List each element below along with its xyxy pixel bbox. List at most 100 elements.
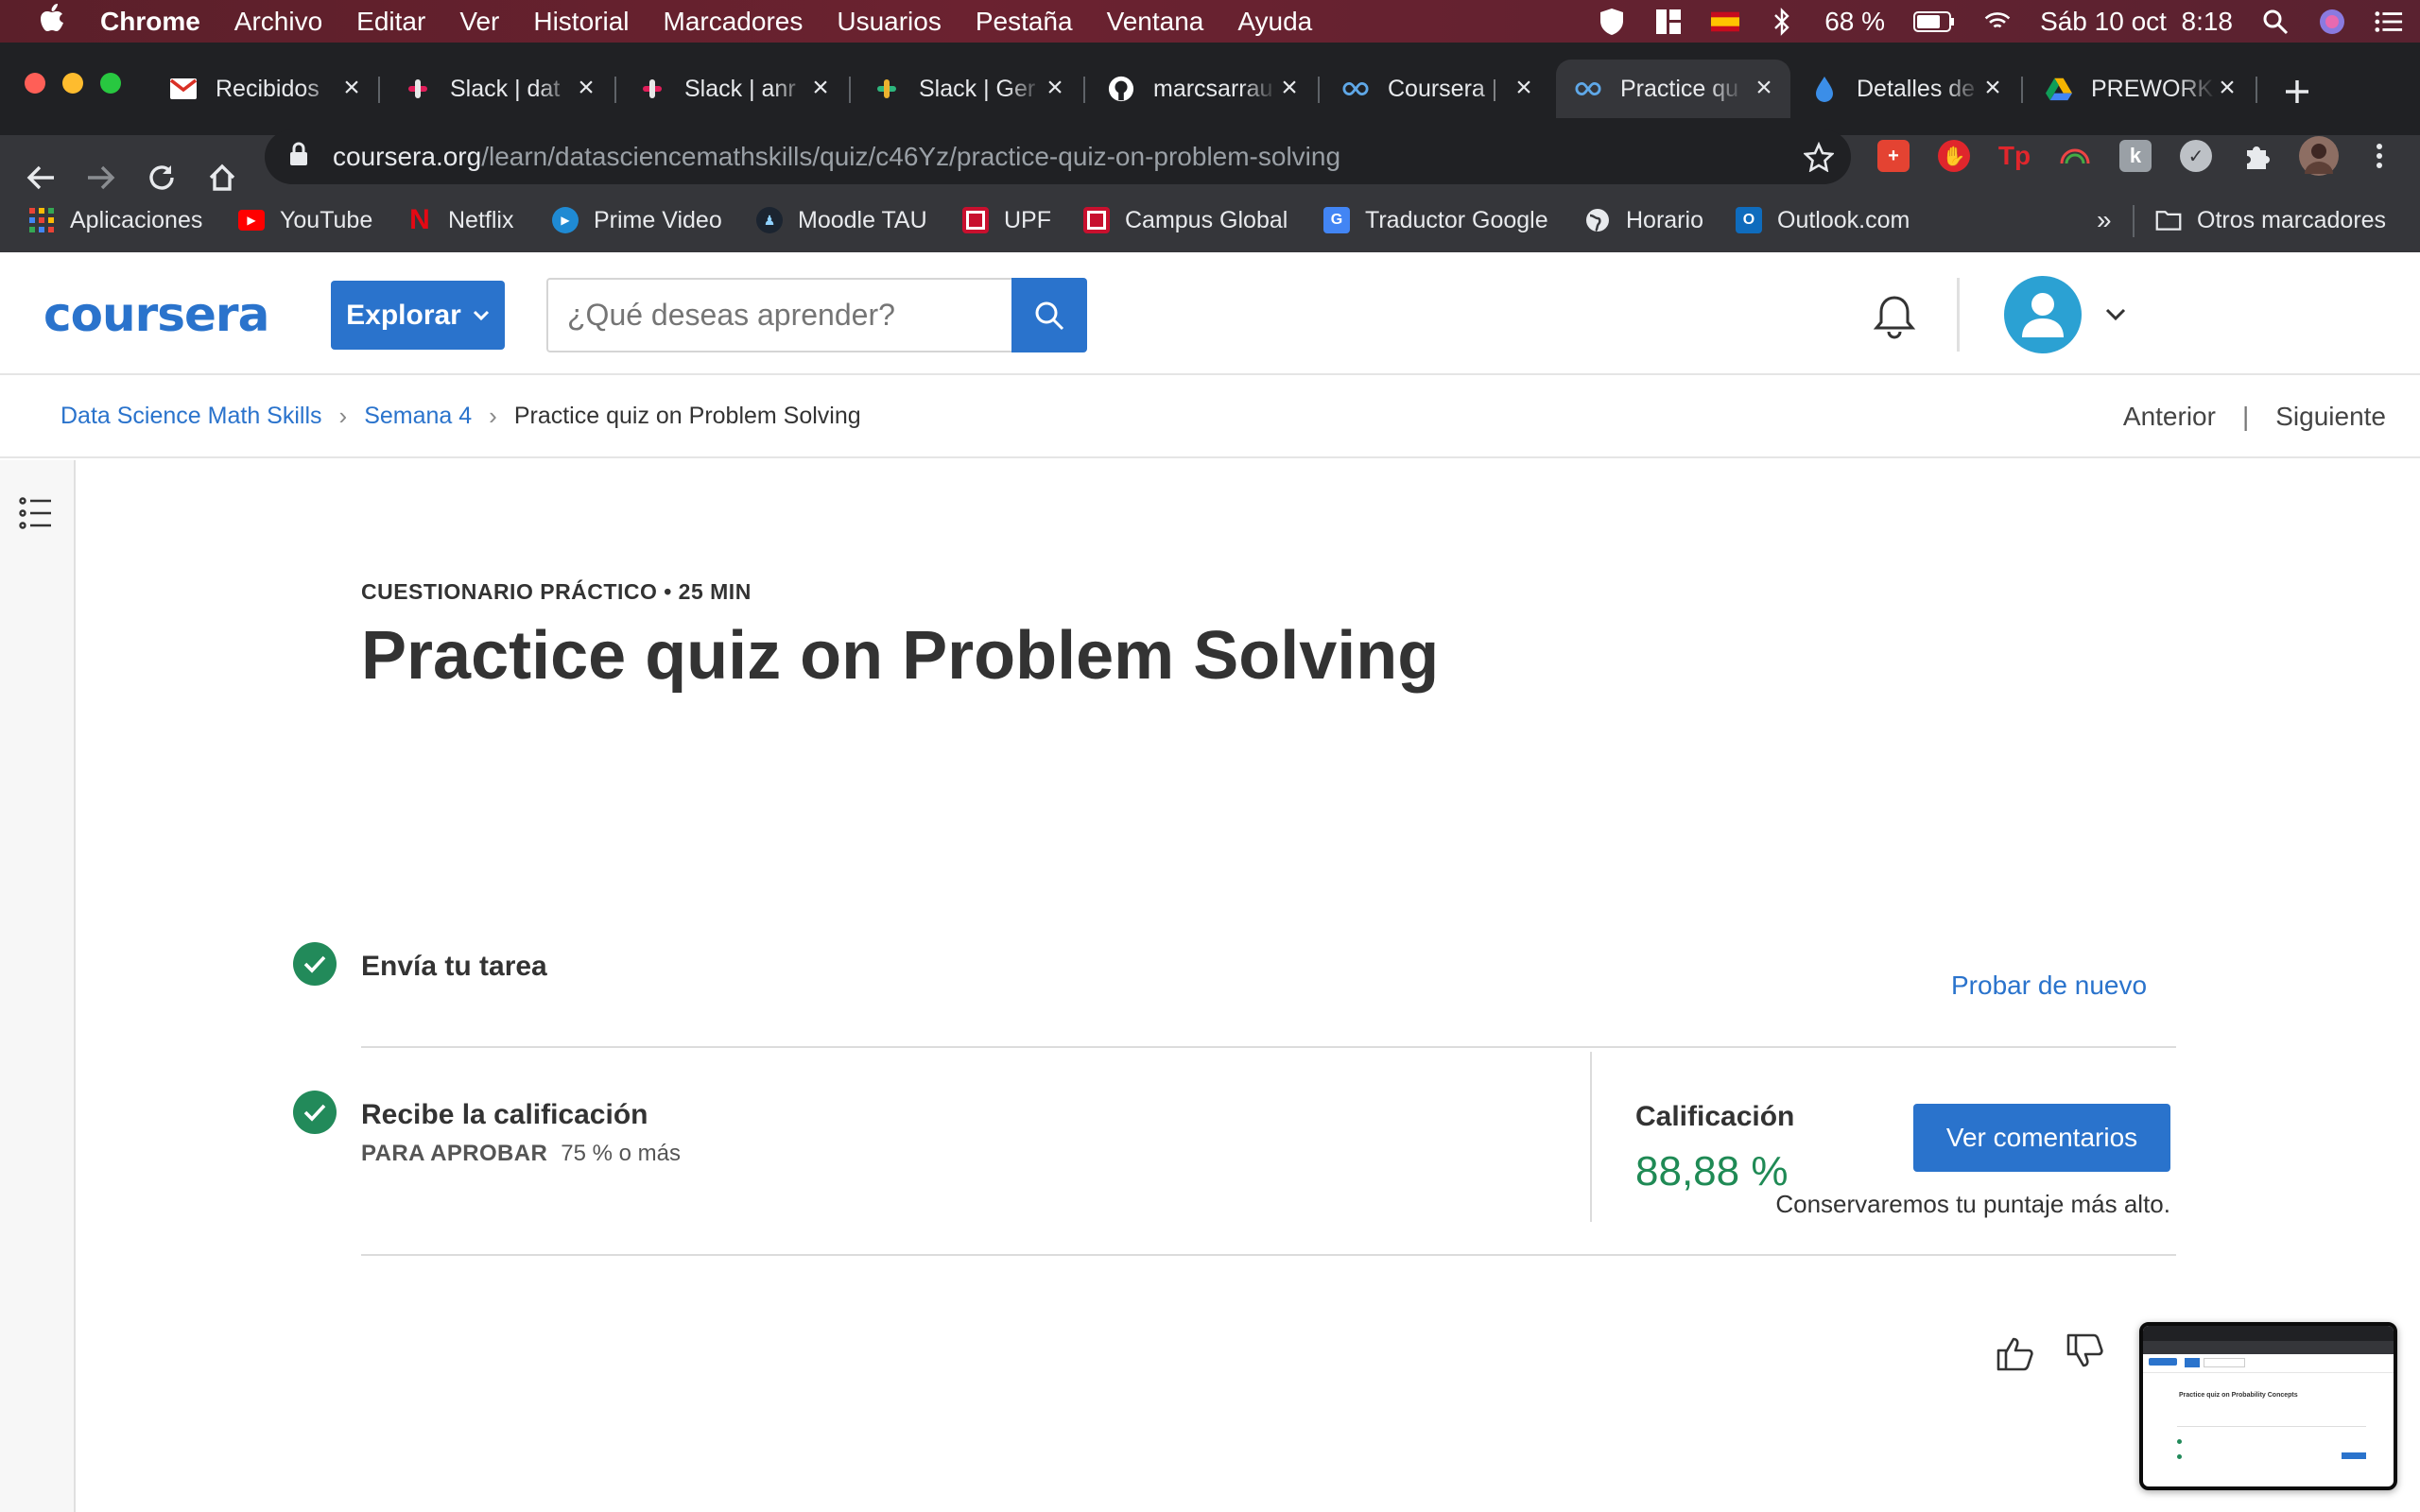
tab-coursera-active[interactable]: Practice qu × (1556, 60, 1790, 118)
screenshot-preview-thumbnail[interactable]: Practice quiz on Probability Concepts (2139, 1322, 2397, 1490)
menu-app-name[interactable]: Chrome (100, 7, 200, 37)
menu-ventana[interactable]: Ventana (1107, 7, 1204, 37)
tab-slack-2[interactable]: Slack | anr × (620, 60, 847, 118)
new-tab-button[interactable] (2278, 73, 2316, 111)
gmail-icon (170, 76, 197, 102)
breadcrumb-week[interactable]: Semana 4 (364, 403, 472, 430)
control-center-icon[interactable] (2375, 8, 2403, 36)
globe-icon (1584, 207, 1611, 233)
close-tab-icon[interactable]: × (571, 74, 601, 104)
siri-icon[interactable] (2318, 8, 2346, 36)
other-bookmarks-folder[interactable]: Otros marcadores (2155, 203, 2386, 237)
tp-extension-icon[interactable]: Tp (1998, 140, 2031, 172)
close-tab-icon[interactable]: × (337, 74, 367, 104)
coursera-icon (1342, 76, 1369, 102)
circle-extension-icon[interactable]: ✓ (2180, 140, 2212, 172)
tab-github[interactable]: marcsarrau × (1089, 60, 1316, 118)
explore-label: Explorar (346, 299, 461, 331)
tab-prework[interactable]: PREWORK × (2027, 60, 2254, 118)
tab-gmail[interactable]: Recibidos × (151, 60, 378, 118)
campus-icon (1083, 207, 1110, 233)
zoom-window-button[interactable] (100, 73, 121, 94)
tab-detalles[interactable]: Detalles de × (1792, 60, 2019, 118)
tab-slack-1[interactable]: Slack | dat × (386, 60, 613, 118)
thumbs-down-icon[interactable] (2065, 1332, 2106, 1378)
menu-pestana[interactable]: Pestaña (976, 7, 1073, 37)
menubar-clock[interactable]: Sáb 10 oct 8:18 (2040, 7, 2233, 37)
explore-button[interactable]: Explorar (331, 281, 505, 350)
preview-button (2342, 1452, 2366, 1459)
bookmarks-bar: Aplicaciones ▶ YouTube N Netflix ▶ Prime… (0, 192, 2420, 252)
try-again-link[interactable]: Probar de nuevo (1951, 971, 2147, 1001)
tab-title: Coursera | (1388, 75, 1498, 102)
user-avatar[interactable] (2004, 276, 2082, 353)
close-tab-icon[interactable]: × (1749, 74, 1779, 104)
spotlight-search-icon[interactable] (2261, 8, 2290, 36)
bookmark-label: Netflix (448, 206, 514, 233)
menu-usuarios[interactable]: Usuarios (837, 7, 941, 37)
todoist-extension-icon[interactable]: + (1877, 140, 1910, 172)
lock-icon[interactable] (289, 142, 308, 173)
pass-requirement: PARA APROBAR 75 % o más (361, 1141, 681, 1167)
thumbs-up-icon[interactable] (1995, 1332, 2036, 1378)
close-tab-icon[interactable]: × (1274, 74, 1305, 104)
bookmark-moodle[interactable]: ♟ Moodle TAU (756, 203, 927, 237)
translate-icon: G (1323, 207, 1350, 233)
gray-extension-icon[interactable]: k (2119, 140, 2152, 172)
menu-ver[interactable]: Ver (459, 7, 499, 37)
window-layout-icon[interactable] (1654, 8, 1683, 36)
extensions-puzzle-icon[interactable] (2240, 140, 2273, 172)
search-button[interactable] (1011, 278, 1087, 352)
bookmark-outlook[interactable]: O Outlook.com (1736, 203, 1910, 237)
close-tab-icon[interactable]: × (1509, 74, 1539, 104)
bookmark-youtube[interactable]: ▶ YouTube (238, 203, 372, 237)
tab-coursera-1[interactable]: Coursera | × (1323, 60, 1550, 118)
bookmarks-overflow-button[interactable]: » (2097, 203, 2112, 237)
battery-icon[interactable] (1913, 8, 1955, 36)
next-link[interactable]: Siguiente (2275, 402, 2386, 432)
bookmark-horario[interactable]: Horario (1584, 203, 1703, 237)
other-bookmarks-label: Otros marcadores (2197, 206, 2387, 233)
bookmark-traductor[interactable]: G Traductor Google (1323, 203, 1548, 237)
menu-marcadores[interactable]: Marcadores (664, 7, 804, 37)
lesson-navigation: Anterior | Siguiente (2123, 375, 2386, 458)
spain-flag-icon[interactable] (1711, 8, 1740, 36)
close-tab-icon[interactable]: × (1040, 74, 1070, 104)
check-circle-icon (293, 1091, 337, 1134)
wifi-icon[interactable] (1983, 8, 2012, 36)
menu-editar[interactable]: Editar (356, 7, 425, 37)
profile-avatar-icon[interactable] (2299, 136, 2339, 176)
menu-ayuda[interactable]: Ayuda (1237, 7, 1312, 37)
close-tab-icon[interactable]: × (1978, 74, 2008, 104)
bookmark-netflix[interactable]: N Netflix (406, 203, 513, 237)
view-feedback-button[interactable]: Ver comentarios (1913, 1104, 2170, 1172)
close-tab-icon[interactable]: × (2212, 74, 2242, 104)
logo-wordmark: coursera (43, 287, 269, 342)
breadcrumb-course[interactable]: Data Science Math Skills (60, 403, 322, 430)
address-bar[interactable]: coursera.org/learn/datasciencemathskills… (265, 129, 1851, 184)
bookmark-upf[interactable]: UPF (962, 203, 1051, 237)
notifications-bell-icon[interactable] (1870, 292, 1919, 346)
adblock-extension-icon[interactable]: ✋ (1938, 140, 1970, 172)
bluetooth-icon[interactable] (1768, 7, 1796, 36)
bookmark-aplicaciones[interactable]: Aplicaciones (28, 203, 202, 237)
bookmark-star-icon[interactable] (1803, 141, 1835, 179)
apple-menu-icon[interactable] (26, 3, 78, 40)
tab-slack-3[interactable]: Slack | Ger × (855, 60, 1081, 118)
menu-historial[interactable]: Historial (533, 7, 629, 37)
search-input[interactable] (546, 278, 1011, 352)
bookmark-prime-video[interactable]: ▶ Prime Video (552, 203, 722, 237)
menu-archivo[interactable]: Archivo (234, 7, 322, 37)
close-tab-icon[interactable]: × (805, 74, 836, 104)
bookmark-campus-global[interactable]: Campus Global (1083, 203, 1288, 237)
rainbow-extension-icon[interactable] (2059, 140, 2091, 172)
coursera-logo[interactable]: coursera (43, 287, 269, 342)
close-window-button[interactable] (25, 73, 45, 94)
chrome-menu-icon[interactable] (2363, 140, 2395, 172)
drop-icon (1811, 76, 1838, 102)
previous-link[interactable]: Anterior (2123, 402, 2216, 432)
account-menu-chevron-icon[interactable] (2104, 307, 2127, 327)
shield-icon[interactable] (1598, 8, 1626, 36)
search-icon (1035, 301, 1064, 330)
minimize-window-button[interactable] (62, 73, 83, 94)
